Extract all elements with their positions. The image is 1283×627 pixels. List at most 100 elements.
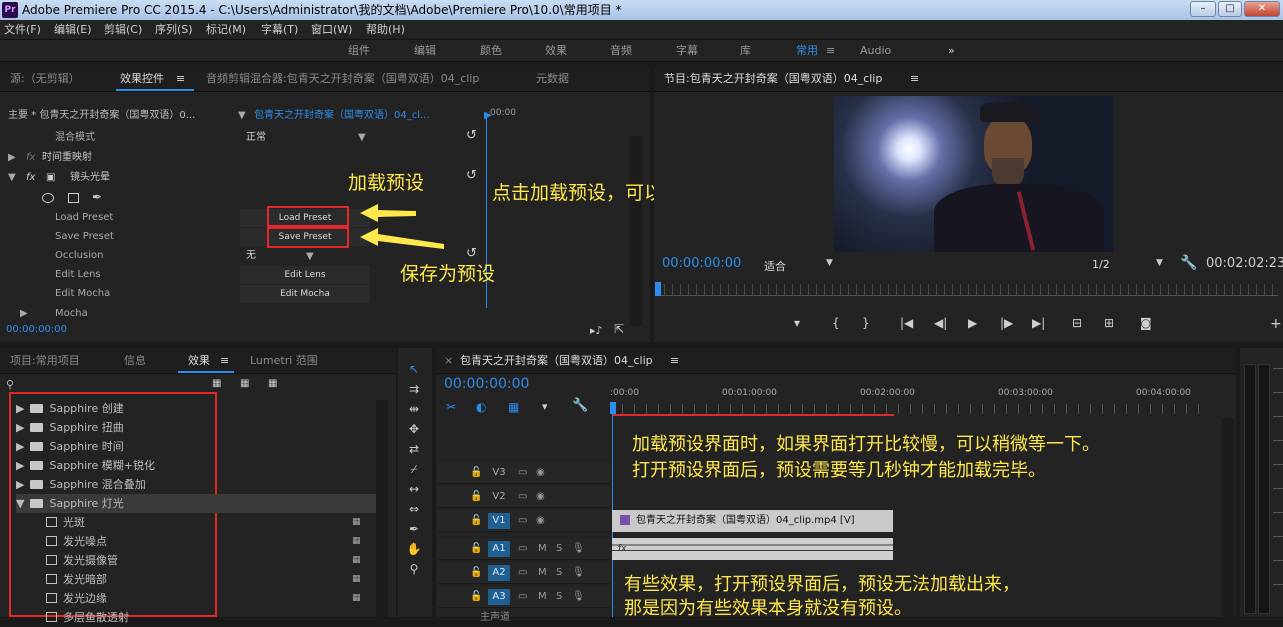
resolution-select[interactable]: 1/2 bbox=[1092, 258, 1110, 271]
list-item[interactable]: 发光噪点 ▦ bbox=[16, 532, 376, 551]
search-icon[interactable]: ⚲ bbox=[6, 378, 14, 391]
edit-lens-button[interactable]: Edit Lens bbox=[240, 266, 370, 284]
lift-icon[interactable]: ⊟ bbox=[1072, 316, 1082, 330]
tab-metadata[interactable]: 元数据 bbox=[536, 66, 569, 92]
tab-program[interactable]: 节目:包青天之开封奇案（国粤双语）04_clip bbox=[664, 66, 882, 92]
sync-lock-icon[interactable]: ▭ bbox=[518, 462, 527, 484]
list-item-selected[interactable]: ▼ Sapphire 灯光 bbox=[16, 494, 376, 513]
mute-button[interactable]: M bbox=[538, 562, 547, 584]
effect-controls-timecode[interactable]: 00:00:00:00 bbox=[6, 324, 67, 335]
mark-out-icon[interactable]: } bbox=[862, 316, 870, 330]
scrollbar[interactable] bbox=[1222, 418, 1234, 617]
menu-edit[interactable]: 编辑(E) bbox=[54, 20, 92, 40]
reset-icon[interactable]: ↺ bbox=[466, 244, 480, 263]
reset-icon[interactable]: ↺ bbox=[466, 166, 480, 185]
sync-lock-icon[interactable]: ▭ bbox=[518, 538, 527, 560]
menu-file[interactable]: 文件(F) bbox=[4, 20, 41, 40]
workspace-overflow-icon[interactable]: » bbox=[948, 40, 955, 62]
workspace-menu-icon[interactable]: ≡ bbox=[826, 40, 835, 62]
timeline-ruler[interactable] bbox=[610, 404, 1210, 414]
zoom-tool-icon[interactable]: ⚲ bbox=[404, 560, 424, 578]
close-icon[interactable]: × bbox=[444, 348, 453, 374]
solo-button[interactable]: S bbox=[556, 562, 562, 584]
lock-icon[interactable]: 🔓 bbox=[470, 486, 482, 508]
rolling-edit-icon[interactable]: ✥ bbox=[404, 420, 424, 438]
track-name[interactable]: A2 bbox=[488, 565, 510, 581]
sync-lock-icon[interactable]: ▭ bbox=[518, 510, 527, 532]
close-button[interactable]: ✕ bbox=[1244, 1, 1280, 17]
track-select-icon[interactable]: ⇉ bbox=[404, 380, 424, 398]
list-item[interactable]: ▶ Sapphire 混合叠加 bbox=[16, 475, 376, 494]
scrollbar[interactable] bbox=[630, 136, 642, 326]
chevron-down-icon[interactable]: ▼ bbox=[826, 258, 833, 268]
extract-icon[interactable]: ⊞ bbox=[1104, 316, 1114, 330]
menu-clip[interactable]: 剪辑(C) bbox=[104, 20, 142, 40]
track-header-a1[interactable]: 🔓 A1 ▭ M S 🎙 bbox=[438, 538, 610, 560]
lock-icon[interactable]: 🔓 bbox=[470, 538, 482, 560]
marker-icon[interactable]: ▾ bbox=[542, 400, 548, 413]
list-item[interactable]: ▶ Sapphire 模糊+锐化 bbox=[16, 456, 376, 475]
track-header-v2[interactable]: 🔓 V2 ▭ ◉ bbox=[438, 486, 610, 508]
slide-tool-icon[interactable]: ⇔ bbox=[404, 500, 424, 518]
sync-lock-icon[interactable]: ▭ bbox=[518, 562, 527, 584]
list-item[interactable]: 多层鱼散透射 bbox=[16, 608, 376, 627]
occlusion-value[interactable]: 无 bbox=[246, 246, 286, 265]
rate-stretch-icon[interactable]: ⇄ bbox=[404, 440, 424, 458]
mark-in-icon[interactable]: { bbox=[832, 316, 840, 330]
workspace-editing[interactable]: 编辑 bbox=[414, 40, 436, 62]
sync-lock-icon[interactable]: ▭ bbox=[518, 586, 527, 608]
workspace-libraries[interactable]: 库 bbox=[740, 40, 751, 62]
audio-clip[interactable]: fx bbox=[612, 538, 893, 560]
track-name[interactable]: V1 bbox=[488, 513, 510, 529]
clip-label[interactable]: 包青天之开封奇案（国粤双语）04_cl... bbox=[254, 106, 484, 125]
pen-mask-icon[interactable]: ✒ bbox=[92, 188, 108, 207]
menu-title[interactable]: 字幕(T) bbox=[261, 20, 298, 40]
track-name[interactable]: V3 bbox=[488, 465, 510, 481]
razor-icon[interactable]: ⌿ bbox=[404, 460, 424, 478]
time-remap-label[interactable]: 时间重映射 bbox=[42, 148, 162, 167]
accelerated-effects-icon[interactable]: ▦ bbox=[212, 378, 221, 389]
track-name[interactable]: A3 bbox=[488, 589, 510, 605]
list-item[interactable]: 发光摄像管 ▦ bbox=[16, 551, 376, 570]
go-to-in-icon[interactable]: |◀ bbox=[900, 316, 913, 330]
filter-icon[interactable]: ▸♪ bbox=[590, 324, 603, 337]
lock-icon[interactable]: 🔓 bbox=[470, 586, 482, 608]
linked-selection-icon[interactable]: ◐ bbox=[476, 400, 486, 414]
chevron-down-icon[interactable]: ▼ bbox=[306, 247, 316, 266]
list-item[interactable]: ▶ Sapphire 扭曲 bbox=[16, 418, 376, 437]
32bit-effects-icon[interactable]: ▦ bbox=[240, 378, 249, 389]
expand-arrow-icon[interactable]: ▶ bbox=[8, 148, 28, 167]
solo-button[interactable]: S bbox=[556, 538, 562, 560]
eye-icon[interactable]: ◉ bbox=[536, 462, 545, 484]
ripple-edit-icon[interactable]: ⇹ bbox=[404, 400, 424, 418]
menu-sequence[interactable]: 序列(S) bbox=[155, 20, 193, 40]
collapse-arrow-icon[interactable]: ▼ bbox=[8, 168, 28, 187]
selection-tool-icon[interactable]: ↖ bbox=[404, 360, 424, 378]
lock-icon[interactable]: 🔓 bbox=[470, 562, 482, 584]
wrench-icon[interactable]: 🔧 bbox=[1180, 255, 1197, 271]
mute-button[interactable]: M bbox=[538, 538, 547, 560]
track-header-v1[interactable]: 🔓 V1 ▭ ◉ bbox=[438, 510, 610, 532]
workspace-effects[interactable]: 效果 bbox=[545, 40, 567, 62]
master-clip-label[interactable]: 主要 * 包青天之开封奇案（国粤双语）0... bbox=[8, 106, 238, 125]
video-clip[interactable]: 包青天之开封奇案（国粤双语）04_clip.mp4 [V] bbox=[612, 510, 893, 532]
timeline-timecode[interactable]: 00:00:00:00 bbox=[444, 376, 529, 392]
menu-help[interactable]: 帮助(H) bbox=[366, 20, 405, 40]
snap-icon[interactable]: ✂ bbox=[446, 400, 456, 414]
minimize-button[interactable]: – bbox=[1190, 1, 1216, 17]
edit-mocha-button[interactable]: Edit Mocha bbox=[240, 285, 370, 303]
slip-tool-icon[interactable]: ↔ bbox=[404, 480, 424, 498]
mic-icon[interactable]: 🎙 bbox=[572, 538, 585, 560]
video-frame[interactable] bbox=[834, 96, 1113, 252]
track-name[interactable]: V2 bbox=[488, 489, 510, 505]
dropdown-icon[interactable]: ▼ bbox=[238, 106, 248, 125]
pen-tool-icon[interactable]: ✒ bbox=[404, 520, 424, 538]
tab-sequence[interactable]: 包青天之开封奇案（国粤双语）04_clip bbox=[460, 348, 653, 374]
fx-toggle-icon[interactable]: fx bbox=[26, 168, 40, 187]
track-header-v3[interactable]: 🔓 V3 ▭ ◉ bbox=[438, 462, 610, 484]
workspace-common[interactable]: 常用 bbox=[796, 40, 818, 62]
track-header-a3[interactable]: 🔓 A3 ▭ M S 🎙 bbox=[438, 586, 610, 608]
tab-source[interactable]: 源:（无剪辑） bbox=[10, 66, 80, 92]
hand-tool-icon[interactable]: ✋ bbox=[404, 540, 424, 558]
solo-button[interactable]: S bbox=[556, 586, 562, 608]
